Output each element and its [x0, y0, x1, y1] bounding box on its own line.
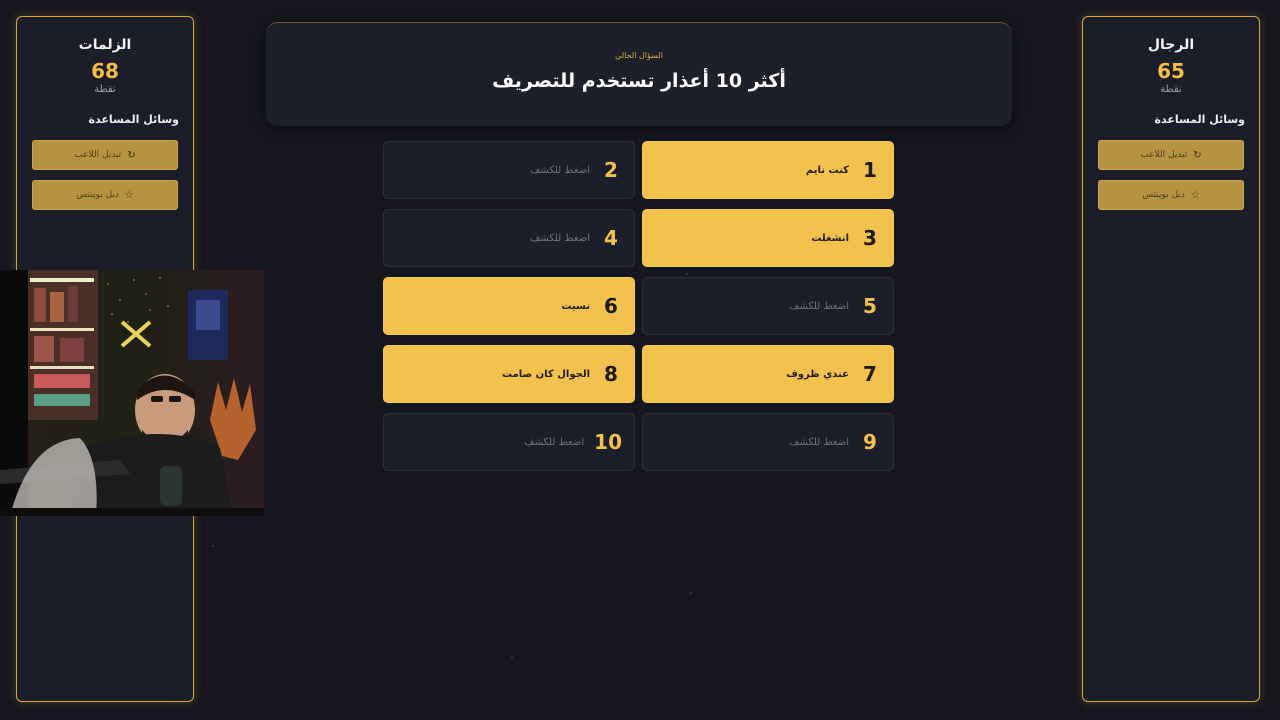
double-points-button[interactable]: ☆ دبل بوينتس [32, 180, 178, 210]
star-icon: ☆ [124, 189, 134, 201]
answer-tile-7[interactable]: 7 عندي ظروف [642, 345, 894, 403]
question-text: أكثر 10 أعذار تستخدم للتصريف [492, 70, 786, 92]
star-icon: ☆ [1190, 189, 1200, 201]
answer-number: 3 [863, 226, 877, 250]
answer-tile-3[interactable]: 3 انشغلت [642, 209, 894, 267]
team-name: الرجال [1147, 37, 1195, 53]
answer-number: 7 [863, 362, 877, 386]
team-score: 68 [91, 59, 119, 83]
answer-number: 6 [604, 294, 618, 318]
answer-tile-9[interactable]: 9 اضغط للكشف [642, 413, 894, 471]
team-score: 65 [1157, 59, 1185, 83]
question-label: السؤال الحالي [615, 51, 663, 60]
answer-text: اضغط للكشف [789, 436, 849, 448]
refresh-icon: ↻ [1193, 149, 1202, 161]
double-points-button[interactable]: ☆ دبل بوينتس [1098, 180, 1244, 210]
helpers-title: وسائل المساعدة [88, 113, 179, 126]
question-card: السؤال الحالي أكثر 10 أعذار تستخدم للتصر… [266, 22, 1012, 126]
answer-tile-8[interactable]: 8 الجوال كان صامت [383, 345, 635, 403]
answer-number: 9 [863, 430, 877, 454]
background-speck [212, 545, 214, 547]
answer-number: 4 [604, 226, 618, 250]
answer-tile-10[interactable]: 10 اضغط للكشف [383, 413, 635, 471]
answer-tile-5[interactable]: 5 اضغط للكشف [642, 277, 894, 335]
score-unit: نقطة [1160, 84, 1182, 95]
answer-text: اضغط للكشف [530, 164, 590, 176]
background-speck [686, 273, 688, 275]
answer-number: 10 [594, 430, 622, 454]
helper-label: تبديل اللاعب [74, 150, 122, 160]
helper-label: دبل بوينتس [76, 190, 119, 200]
team-panel-right: الرجال 65 نقطة وسائل المساعدة ↻ تبديل ال… [1082, 16, 1260, 702]
helpers-title: وسائل المساعدة [1154, 113, 1245, 126]
webcam-overlay [0, 270, 264, 516]
webcam-image [0, 270, 264, 516]
answer-text: عندي ظروف [786, 368, 849, 380]
answer-number: 1 [863, 158, 877, 182]
background-speck [690, 592, 692, 594]
score-unit: نقطة [94, 84, 116, 95]
answer-text: نسيت [561, 300, 590, 312]
background-speck [511, 657, 513, 659]
answer-tile-1[interactable]: 1 كنت نايم [642, 141, 894, 199]
helper-label: تبديل اللاعب [1140, 150, 1188, 160]
team-name: الزلمات [78, 37, 132, 53]
refresh-icon: ↻ [127, 149, 136, 161]
switch-player-button[interactable]: ↻ تبديل اللاعب [32, 140, 178, 170]
answer-number: 8 [604, 362, 618, 386]
helper-label: دبل بوينتس [1142, 190, 1185, 200]
answer-text: اضغط للكشف [524, 436, 585, 448]
answer-text: كنت نايم [805, 164, 849, 176]
answer-text: الجوال كان صامت [501, 368, 590, 380]
answer-tile-6[interactable]: 6 نسيت [383, 277, 635, 335]
answer-text: اضغط للكشف [530, 232, 590, 244]
answer-tile-4[interactable]: 4 اضغط للكشف [383, 209, 635, 267]
answer-text: انشغلت [811, 232, 849, 244]
answer-number: 5 [863, 294, 877, 318]
answer-tile-2[interactable]: 2 اضغط للكشف [383, 141, 635, 199]
answer-text: اضغط للكشف [789, 300, 849, 312]
switch-player-button[interactable]: ↻ تبديل اللاعب [1098, 140, 1244, 170]
answer-number: 2 [604, 158, 618, 182]
